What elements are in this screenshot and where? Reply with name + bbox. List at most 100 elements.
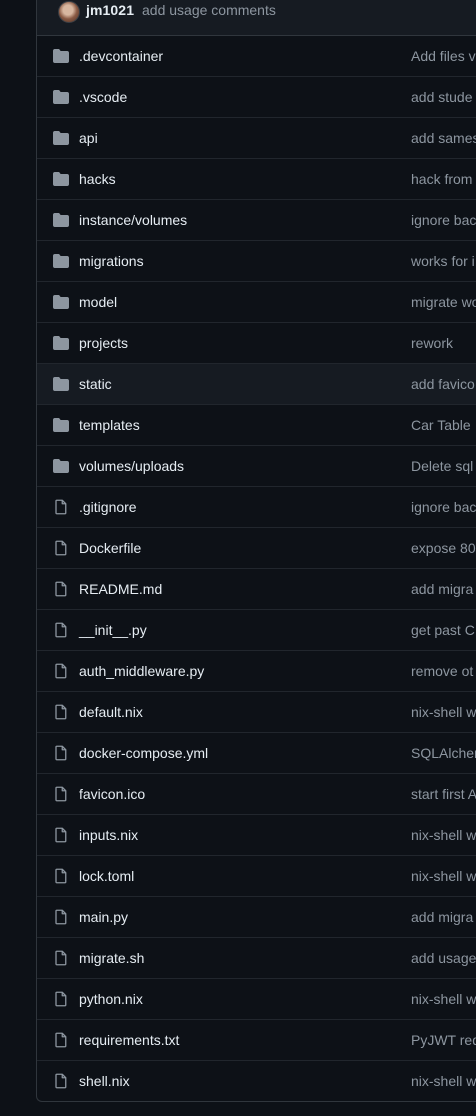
file-commit-message-link[interactable]: Car Table [411,417,471,433]
file-row[interactable]: auth_middleware.py remove ot [37,651,476,692]
file-row[interactable]: migrate.sh add usage [37,938,476,979]
file-icon [53,950,69,966]
file-name-link[interactable]: lock.toml [79,868,134,884]
file-row[interactable]: .gitignore ignore bac [37,487,476,528]
file-name-link[interactable]: README.md [79,581,162,597]
latest-commit-bar: jm1021 add usage comments [37,0,476,36]
file-row[interactable]: requirements.txt PyJWT req [37,1020,476,1061]
file-row[interactable]: Dockerfile expose 80 [37,528,476,569]
file-commit-message-link[interactable]: add usage [411,950,476,966]
file-row[interactable]: inputs.nix nix-shell w [37,815,476,856]
file-commit-message-link[interactable]: remove ot [411,663,473,679]
file-name-link[interactable]: migrations [79,253,144,269]
file-row[interactable]: lock.toml nix-shell w [37,856,476,897]
file-name-link[interactable]: favicon.ico [79,786,145,802]
file-icon [53,540,69,556]
file-commit-message-link[interactable]: nix-shell w [411,991,476,1007]
file-icon [53,786,69,802]
file-commit-message-link[interactable]: add sames [411,130,476,146]
page: jm1021 add usage comments .devcontainer A… [0,0,476,1116]
file-icon [53,1073,69,1089]
file-browser: jm1021 add usage comments .devcontainer A… [36,0,476,1102]
folder-icon [53,171,69,187]
file-icon [53,499,69,515]
file-name-link[interactable]: templates [79,417,140,433]
file-row[interactable]: .devcontainer Add files v [37,36,476,77]
file-name-link[interactable]: .devcontainer [79,48,163,64]
file-commit-message-link[interactable]: Delete sql [411,458,473,474]
file-commit-message-link[interactable]: Add files v [411,48,476,64]
file-commit-message-link[interactable]: add migra [411,909,473,925]
file-commit-message-link[interactable]: add migra [411,581,473,597]
folder-icon [53,89,69,105]
file-commit-message-link[interactable]: nix-shell w [411,868,476,884]
file-commit-message-link[interactable]: get past C [411,622,475,638]
file-commit-message-link[interactable]: PyJWT req [411,1032,476,1048]
file-row[interactable]: shell.nix nix-shell w [37,1061,476,1101]
file-row[interactable]: main.py add migra [37,897,476,938]
file-name-link[interactable]: auth_middleware.py [79,663,204,679]
folder-icon [53,212,69,228]
file-name-link[interactable]: api [79,130,98,146]
file-row[interactable]: python.nix nix-shell w [37,979,476,1020]
file-name-link[interactable]: projects [79,335,128,351]
file-commit-message-link[interactable]: nix-shell w [411,1073,476,1089]
file-row[interactable]: .vscode add stude [37,77,476,118]
folder-icon [53,130,69,146]
file-name-link[interactable]: static [79,376,112,392]
file-name-link[interactable]: __init__.py [79,622,147,638]
file-row[interactable]: docker-compose.yml SQLAlcher [37,733,476,774]
file-name-link[interactable]: requirements.txt [79,1032,179,1048]
file-commit-message-link[interactable]: start first A [411,786,476,802]
file-name-link[interactable]: .gitignore [79,499,137,515]
file-row[interactable]: __init__.py get past C [37,610,476,651]
folder-icon [53,253,69,269]
file-row[interactable]: model migrate wo [37,282,476,323]
file-row[interactable]: static add favico [37,364,476,405]
file-row[interactable]: default.nix nix-shell w [37,692,476,733]
file-commit-message-link[interactable]: ignore bac [411,212,476,228]
file-row[interactable]: hacks hack from [37,159,476,200]
file-commit-message-link[interactable]: add favico [411,376,475,392]
folder-icon [53,48,69,64]
file-name-link[interactable]: main.py [79,909,128,925]
file-name-link[interactable]: docker-compose.yml [79,745,208,761]
file-name-link[interactable]: model [79,294,117,310]
file-commit-message-link[interactable]: add stude [411,89,473,105]
latest-commit-message[interactable]: add usage comments [142,2,276,18]
file-commit-message-link[interactable]: hack from [411,171,472,187]
avatar[interactable] [58,1,80,23]
file-commit-message-link[interactable]: nix-shell w [411,827,476,843]
file-name-link[interactable]: default.nix [79,704,143,720]
file-name-link[interactable]: migrate.sh [79,950,144,966]
file-commit-message-link[interactable]: SQLAlcher [411,745,476,761]
file-list: .devcontainer Add files v .vscode add stude… [37,36,476,1101]
file-commit-message-link[interactable]: rework [411,335,453,351]
file-commit-message-link[interactable]: ignore bac [411,499,476,515]
file-row[interactable]: migrations works for i [37,241,476,282]
commit-author[interactable]: jm1021 [86,2,134,18]
file-row[interactable]: README.md add migra [37,569,476,610]
file-name-link[interactable]: Dockerfile [79,540,141,556]
file-name-link[interactable]: hacks [79,171,116,187]
file-row[interactable]: projects rework [37,323,476,364]
file-icon [53,745,69,761]
file-commit-message-link[interactable]: migrate wo [411,294,476,310]
file-name-link[interactable]: shell.nix [79,1073,130,1089]
file-row[interactable]: volumes/uploads Delete sql [37,446,476,487]
file-row[interactable]: api add sames [37,118,476,159]
file-commit-message-link[interactable]: nix-shell w [411,704,476,720]
file-commit-message-link[interactable]: expose 80 [411,540,476,556]
file-row[interactable]: favicon.ico start first A [37,774,476,815]
file-commit-message-link[interactable]: works for i [411,253,475,269]
file-name-link[interactable]: volumes/uploads [79,458,184,474]
file-name-link[interactable]: instance/volumes [79,212,187,228]
file-name-link[interactable]: python.nix [79,991,143,1007]
file-row[interactable]: templates Car Table [37,405,476,446]
file-row[interactable]: instance/volumes ignore bac [37,200,476,241]
file-icon [53,991,69,1007]
file-name-link[interactable]: .vscode [79,89,127,105]
file-name-link[interactable]: inputs.nix [79,827,138,843]
file-icon [53,1032,69,1048]
folder-icon [53,376,69,392]
